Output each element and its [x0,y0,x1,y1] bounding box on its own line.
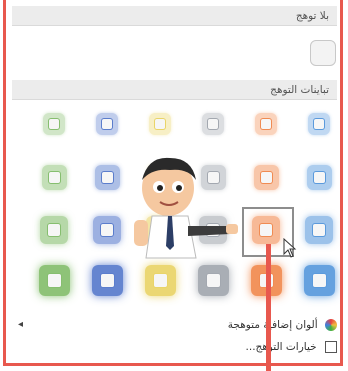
no-glow-option[interactable] [310,40,336,66]
glow-cell-swatch [100,223,114,237]
glow-cell-swatch [311,272,327,288]
glow-cell[interactable] [40,216,68,244]
glow-cell-swatch [259,170,273,184]
glow-cell-swatch [46,272,62,288]
more-glow-colors-item[interactable]: ألوان إضافية متوهجة [12,315,337,335]
glow-cell-swatch [152,272,168,288]
character-hand-left [134,220,148,246]
section-no-glow-title: بلا توهج [295,10,329,22]
glow-cell-swatch [154,118,166,130]
glow-options-item[interactable]: خيارات التوهج... [12,337,337,357]
checkbox-icon [325,341,337,353]
presenter-character [134,157,238,259]
glow-cell-swatch [312,223,326,237]
glow-cell-swatch [47,223,61,237]
palette-icon [325,319,337,331]
glow-cell[interactable] [308,113,330,135]
left-arrow-icon[interactable]: ◂ [18,319,23,330]
character-pupil-left [157,185,163,191]
resize-grip[interactable]: ..... [168,357,186,366]
glow-cell[interactable] [305,216,333,244]
glow-cell[interactable] [303,264,335,296]
section-glow-variants-title: تباينات التوهج [270,84,329,96]
glow-cell[interactable] [38,264,70,296]
glow-cell[interactable] [43,113,65,135]
glow-cell[interactable] [149,113,171,135]
glow-cell[interactable] [255,113,277,135]
glow-cell[interactable] [94,164,120,190]
glow-cell-swatch [99,272,115,288]
glow-cell-swatch [205,272,221,288]
glow-cell-swatch [313,118,325,130]
glow-cell[interactable] [91,264,123,296]
mouse-cursor-icon [283,238,297,258]
annotation-arrow [266,244,271,371]
character-hand-pointing [226,224,238,234]
glow-cell[interactable] [306,164,332,190]
character-pupil-right [176,185,182,191]
glow-cell[interactable] [93,216,121,244]
glow-cell[interactable] [41,164,67,190]
glow-cell-swatch [47,170,61,184]
section-no-glow-header: بلا توهج [12,6,337,26]
glow-cell-swatch [100,170,114,184]
glow-cell[interactable] [202,113,224,135]
glow-cell-swatch [260,118,272,130]
glow-cell-swatch [48,118,60,130]
glow-cell[interactable] [144,264,176,296]
glow-cell-swatch [207,118,219,130]
glow-cell[interactable] [253,164,279,190]
glow-cell[interactable] [96,113,118,135]
more-colors-label: ألوان إضافية متوهجة [227,319,318,331]
character-arm-pointing [188,226,230,236]
glow-options-label: خيارات التوهج... [245,341,317,353]
glow-cell-swatch [101,118,113,130]
glow-cell-swatch [312,170,326,184]
glow-cell[interactable] [197,264,229,296]
section-glow-variants-header: تباينات التوهج [12,80,337,100]
